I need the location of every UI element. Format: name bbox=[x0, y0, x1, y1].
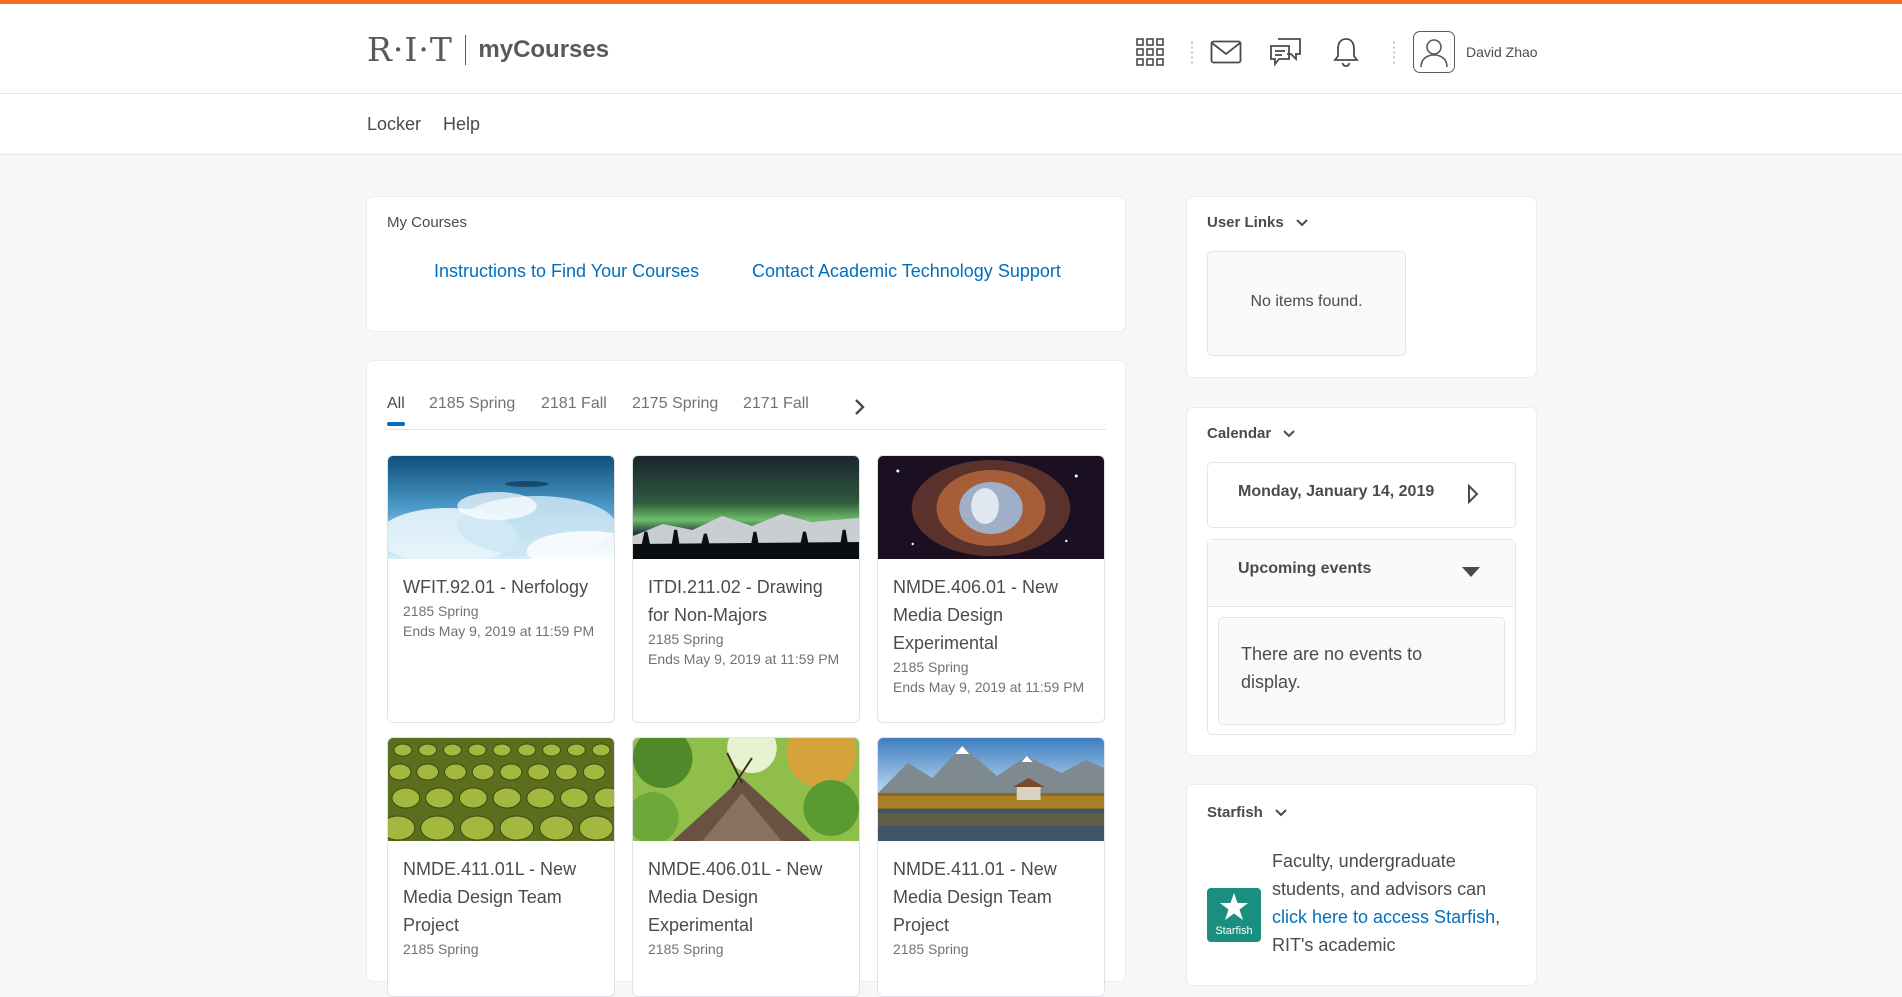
starfish-logo-text: Starfish bbox=[1215, 925, 1253, 937]
course-card[interactable]: NMDE.411.01 - New Media Design Team Proj… bbox=[877, 737, 1105, 997]
starfish-header[interactable]: Starfish bbox=[1207, 804, 1287, 821]
upcoming-events-label: Upcoming events bbox=[1238, 560, 1372, 577]
upcoming-events-toggle[interactable]: Upcoming events bbox=[1208, 540, 1515, 607]
term-tabs: All 2185 Spring 2181 Fall 2175 Spring 21… bbox=[387, 393, 1106, 430]
course-title: NMDE.411.01L - New Media Design Team Pro… bbox=[403, 859, 577, 935]
calendar-date-box: Monday, January 14, 2019 bbox=[1207, 462, 1516, 528]
calendar-date: Monday, January 14, 2019 bbox=[1238, 483, 1435, 500]
bell-icon[interactable] bbox=[1328, 34, 1364, 70]
starfish-text-before: Faculty, undergraduate students, and adv… bbox=[1272, 851, 1487, 899]
chevron-down-icon bbox=[1275, 809, 1287, 817]
course-image-aurora bbox=[633, 456, 859, 559]
user-links-panel: User Links No items found. bbox=[1187, 197, 1536, 377]
header-separator bbox=[1191, 40, 1193, 66]
course-image-mountain-lake bbox=[878, 738, 1104, 841]
course-image-nebula bbox=[878, 456, 1104, 559]
user-links-empty-box: No items found. bbox=[1207, 251, 1406, 356]
starfish-description: Faculty, undergraduate students, and adv… bbox=[1272, 847, 1517, 959]
upcoming-events-box: Upcoming events There are no events to d… bbox=[1207, 539, 1516, 735]
logo-rit-text: R·I·T bbox=[367, 30, 453, 69]
course-title: NMDE.406.01L - New Media Design Experime… bbox=[648, 859, 823, 935]
chevron-down-icon bbox=[1296, 219, 1308, 227]
mail-icon[interactable] bbox=[1208, 34, 1244, 70]
next-day-icon[interactable] bbox=[1466, 484, 1480, 504]
waffle-grid-icon[interactable] bbox=[1132, 34, 1168, 70]
chat-icon[interactable] bbox=[1268, 34, 1304, 70]
tab-2171-fall[interactable]: 2171 Fall bbox=[743, 395, 809, 413]
starfish-access-link[interactable]: click here to access Starfish bbox=[1272, 907, 1495, 927]
tab-2181-fall[interactable]: 2181 Fall bbox=[541, 395, 607, 413]
calendar-header[interactable]: Calendar bbox=[1207, 425, 1296, 442]
course-end-date: Ends May 9, 2019 at 11:59 PM bbox=[648, 651, 840, 667]
course-image-clouds bbox=[388, 456, 614, 559]
tab-2175-spring[interactable]: 2175 Spring bbox=[632, 395, 718, 413]
tab-all[interactable]: All bbox=[387, 395, 405, 426]
course-card[interactable]: ITDI.211.02 - Drawing for Non-Majors 218… bbox=[632, 455, 860, 723]
no-events-text: There are no events to display. bbox=[1241, 644, 1423, 692]
course-end-date: Ends May 9, 2019 at 11:59 PM bbox=[893, 679, 1085, 695]
chevron-down-icon bbox=[1283, 430, 1296, 438]
user-avatar-icon[interactable] bbox=[1413, 31, 1455, 73]
top-header: R·I·T myCourses David Zhao bbox=[0, 0, 1902, 94]
calendar-panel: Calendar Monday, January 14, 2019 Upcomi… bbox=[1187, 408, 1536, 755]
logo-divider bbox=[464, 34, 467, 65]
course-card[interactable]: WFIT.92.01 - Nerfology 2185 Spring Ends … bbox=[387, 455, 615, 723]
user-links-header[interactable]: User Links bbox=[1207, 214, 1308, 231]
nav-bar: Locker Help bbox=[0, 94, 1902, 155]
tab-2185-spring[interactable]: 2185 Spring bbox=[429, 395, 515, 413]
my-courses-info-panel: My Courses Instructions to Find Your Cou… bbox=[367, 197, 1125, 331]
course-card[interactable]: NMDE.406.01L - New Media Design Experime… bbox=[632, 737, 860, 997]
starfish-title: Starfish bbox=[1207, 804, 1263, 821]
calendar-title: Calendar bbox=[1207, 425, 1272, 442]
course-title: NMDE.411.01 - New Media Design Team Proj… bbox=[893, 859, 1057, 935]
rit-mycourses-logo[interactable]: R·I·T myCourses bbox=[367, 30, 609, 69]
nav-item-help[interactable]: Help bbox=[443, 114, 480, 135]
course-term: 2185 Spring bbox=[403, 941, 479, 957]
starfish-logo[interactable]: Starfish bbox=[1207, 888, 1261, 942]
user-links-empty-text: No items found. bbox=[1250, 293, 1363, 310]
contact-support-link[interactable]: Contact Academic Technology Support bbox=[752, 261, 1061, 282]
no-events-box: There are no events to display. bbox=[1218, 617, 1505, 725]
course-image-forest-canopy bbox=[633, 738, 859, 841]
instructions-link[interactable]: Instructions to Find Your Courses bbox=[434, 261, 699, 282]
course-end-date: Ends May 9, 2019 at 11:59 PM bbox=[403, 623, 595, 639]
starfish-icon bbox=[1220, 893, 1248, 920]
course-term: 2185 Spring bbox=[893, 659, 969, 675]
course-term: 2185 Spring bbox=[648, 631, 724, 647]
course-card[interactable]: NMDE.406.01 - New Media Design Experimen… bbox=[877, 455, 1105, 723]
course-title: NMDE.406.01 - New Media Design Experimen… bbox=[893, 577, 1059, 653]
starfish-panel: Starfish Starfish Faculty, undergraduate… bbox=[1187, 785, 1536, 985]
course-term: 2185 Spring bbox=[403, 603, 479, 619]
course-card[interactable]: NMDE.411.01L - New Media Design Team Pro… bbox=[387, 737, 615, 997]
course-term: 2185 Spring bbox=[648, 941, 724, 957]
user-links-title: User Links bbox=[1207, 214, 1284, 231]
course-term: 2185 Spring bbox=[893, 941, 969, 957]
my-courses-heading: My Courses bbox=[387, 214, 468, 231]
nav-item-locker[interactable]: Locker bbox=[367, 114, 421, 135]
logo-product-text: myCourses bbox=[478, 35, 610, 63]
course-image-stadium-seats bbox=[388, 738, 614, 841]
course-title: ITDI.211.02 - Drawing for Non-Majors bbox=[648, 577, 823, 625]
header-separator bbox=[1393, 40, 1395, 66]
chevron-right-icon[interactable] bbox=[853, 397, 867, 417]
caret-down-icon bbox=[1462, 567, 1480, 577]
user-name[interactable]: David Zhao bbox=[1466, 44, 1538, 60]
course-title: WFIT.92.01 - Nerfology bbox=[403, 577, 589, 597]
active-tab-indicator bbox=[387, 422, 405, 426]
